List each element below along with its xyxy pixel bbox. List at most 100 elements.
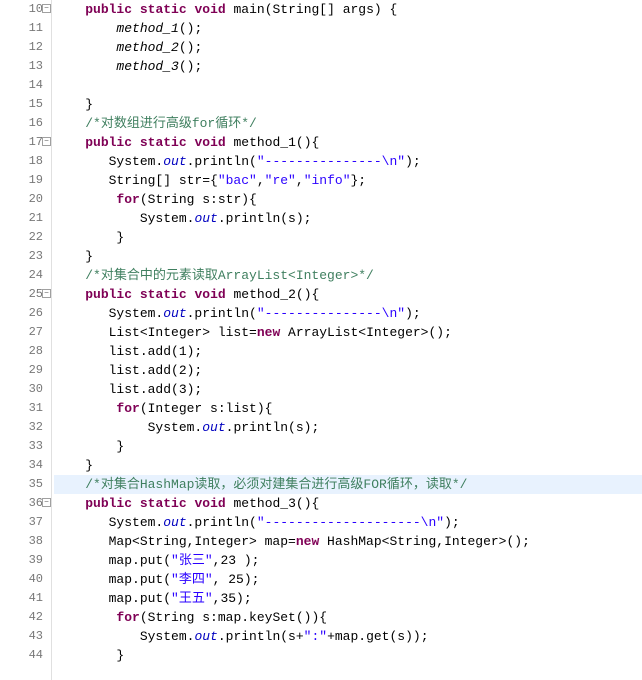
code-token [132, 496, 140, 511]
code-line[interactable]: System.out.println(s+":"+map.get(s)); [54, 627, 642, 646]
code-token: "王五" [171, 591, 213, 606]
code-token: (); [179, 59, 202, 74]
code-line[interactable]: } [54, 646, 642, 665]
code-line[interactable]: } [54, 456, 642, 475]
code-token [54, 287, 85, 302]
code-token: "---------------\n" [257, 306, 405, 321]
line-number: 29 [0, 361, 43, 380]
code-token: public [85, 2, 132, 17]
code-token: new [296, 534, 319, 549]
code-line[interactable]: public static void main(String[] args) { [54, 0, 642, 19]
code-line[interactable]: map.put("张三",23 ); [54, 551, 642, 570]
code-line[interactable]: } [54, 228, 642, 247]
code-token: } [54, 648, 124, 663]
code-line[interactable]: public static void method_1(){ [54, 133, 642, 152]
line-number: 27 [0, 323, 43, 342]
code-line[interactable]: method_3(); [54, 57, 642, 76]
code-line[interactable]: for(String s:str){ [54, 190, 642, 209]
code-line[interactable]: System.out.println(s); [54, 418, 642, 437]
code-line[interactable]: System.out.println("--------------------… [54, 513, 642, 532]
code-line[interactable]: System.out.println(s); [54, 209, 642, 228]
code-line[interactable]: } [54, 437, 642, 456]
code-token: out [163, 306, 186, 321]
code-token: /*对集合HashMap读取，必须对建集合进行高级FOR循环，读取*/ [85, 477, 467, 492]
code-token: (String s:map.keySet()){ [140, 610, 327, 625]
code-token [132, 135, 140, 150]
line-number: 25− [0, 285, 43, 304]
code-token: method_1 [116, 21, 178, 36]
code-line[interactable]: } [54, 247, 642, 266]
code-token: "bac" [218, 173, 257, 188]
code-token: .println( [187, 154, 257, 169]
code-line[interactable]: list.add(3); [54, 380, 642, 399]
code-line[interactable]: list.add(1); [54, 342, 642, 361]
code-token: (String s:str){ [140, 192, 257, 207]
code-token: public [85, 287, 132, 302]
code-token: out [202, 420, 225, 435]
code-token: .println(s+ [218, 629, 304, 644]
code-token: } [54, 230, 124, 245]
code-line[interactable]: Map<String,Integer> map=new HashMap<Stri… [54, 532, 642, 551]
code-token: List<Integer> list= [54, 325, 257, 340]
code-token: (); [179, 40, 202, 55]
code-token: list.add(1); [54, 344, 202, 359]
code-line[interactable]: /*对数组进行高级for循环*/ [54, 114, 642, 133]
code-token: static [140, 135, 187, 150]
code-token: void [194, 496, 225, 511]
code-token: ); [405, 154, 421, 169]
code-token [132, 2, 140, 17]
code-line[interactable]: /*对集合HashMap读取，必须对建集合进行高级FOR循环，读取*/ [54, 475, 642, 494]
line-number: 19 [0, 171, 43, 190]
line-number: 28 [0, 342, 43, 361]
line-number: 10− [0, 0, 43, 19]
code-token: .println(s); [218, 211, 312, 226]
line-number: 39 [0, 551, 43, 570]
code-line[interactable]: System.out.println("---------------\n"); [54, 304, 642, 323]
code-editor-content[interactable]: public static void main(String[] args) {… [52, 0, 642, 680]
code-token: .println(s); [226, 420, 320, 435]
code-line[interactable]: public static void method_2(){ [54, 285, 642, 304]
code-token: main(String[] args) { [226, 2, 398, 17]
code-line[interactable]: map.put("王五",35); [54, 589, 642, 608]
code-line[interactable] [54, 76, 642, 95]
fold-toggle-icon[interactable]: − [42, 137, 51, 146]
fold-toggle-icon[interactable]: − [42, 498, 51, 507]
line-number: 22 [0, 228, 43, 247]
code-line[interactable]: list.add(2); [54, 361, 642, 380]
code-token: System. [54, 211, 194, 226]
code-token [54, 192, 116, 207]
fold-toggle-icon[interactable]: − [42, 4, 51, 13]
code-token [54, 116, 85, 131]
code-token: , [296, 173, 304, 188]
code-line[interactable]: for(Integer s:list){ [54, 399, 642, 418]
code-token: Map<String,Integer> map= [54, 534, 296, 549]
code-token: } [54, 439, 124, 454]
code-token: static [140, 287, 187, 302]
fold-toggle-icon[interactable]: − [42, 289, 51, 298]
code-line[interactable]: map.put("李四", 25); [54, 570, 642, 589]
line-number: 36− [0, 494, 43, 513]
code-token: static [140, 2, 187, 17]
code-line[interactable]: /*对集合中的元素读取ArrayList<Integer>*/ [54, 266, 642, 285]
line-number: 12 [0, 38, 43, 57]
code-token: out [163, 515, 186, 530]
code-token: System. [54, 306, 163, 321]
line-number: 41 [0, 589, 43, 608]
code-token: method_3(){ [226, 496, 320, 511]
code-token: method_2 [116, 40, 178, 55]
code-line[interactable]: public static void method_3(){ [54, 494, 642, 513]
code-token [54, 59, 116, 74]
code-token [54, 610, 116, 625]
code-line[interactable]: List<Integer> list=new ArrayList<Integer… [54, 323, 642, 342]
code-line[interactable]: for(String s:map.keySet()){ [54, 608, 642, 627]
code-token: System. [54, 629, 194, 644]
code-line[interactable]: } [54, 95, 642, 114]
code-line[interactable]: method_1(); [54, 19, 642, 38]
code-token: "张三" [171, 553, 213, 568]
code-token: void [194, 2, 225, 17]
code-line[interactable]: String[] str={"bac","re","info"}; [54, 171, 642, 190]
code-line[interactable]: System.out.println("---------------\n"); [54, 152, 642, 171]
line-number: 17− [0, 133, 43, 152]
code-line[interactable]: method_2(); [54, 38, 642, 57]
line-number: 37 [0, 513, 43, 532]
